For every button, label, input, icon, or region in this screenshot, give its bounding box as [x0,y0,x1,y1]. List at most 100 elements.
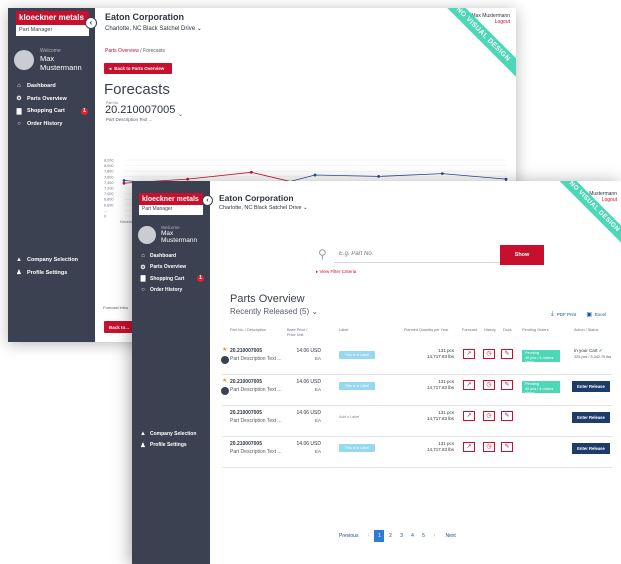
pending-orders-badge[interactable]: Pending 40 pcs / 4 orders since [522,350,560,364]
enter-release-button[interactable]: Enter Release [572,443,610,454]
user-name: Max Mustermann [161,230,198,244]
next-page-button[interactable]: Next [440,530,460,542]
cart-status-label: In your Cart [574,348,598,353]
column-history: History [484,328,496,332]
sidebar-nav-bottom: ▲ Company Selection ♟ Profile Settings [132,428,210,451]
price-unit: EA [314,356,321,361]
documents-icon[interactable]: ✎ [501,442,513,452]
pdf-print-button[interactable]: ⤓ PDF Print [551,311,576,318]
star-icon[interactable]: ★ [222,377,227,384]
page-button-2[interactable]: 2 [385,530,395,542]
sidebar-item-shopping-cart[interactable]: ▇ Shopping Cart 1 [132,273,210,285]
part-number[interactable]: 20.210007005 [230,410,262,416]
documents-icon[interactable]: ✎ [501,349,513,359]
part-label-badge[interactable]: This is a Label [339,382,375,390]
base-price: 14.06 USD [296,348,321,354]
part-description: Part Description Text ... [106,117,153,122]
brand-logo[interactable]: kloeckner metals Part Manager [139,193,203,215]
excel-export-button[interactable]: ▣ Excel [586,311,606,318]
planned-quantity: 131 pcs [438,348,454,353]
chevron-right-icon[interactable]: › [429,530,439,542]
history-icon[interactable]: ◷ [483,411,495,421]
part-label-badge[interactable]: This is a Label [339,444,375,452]
company-location-select[interactable]: Charlotte, NC Black Satchel Drive ⌄ [219,205,308,211]
part-number[interactable]: 20.210007005 [230,379,262,385]
search-input[interactable] [334,246,500,263]
history-icon[interactable]: ◷ [483,442,495,452]
enter-release-button[interactable]: Enter Release [572,381,610,392]
company-location-select[interactable]: Charlotte, NC Black Satchel Drive ⌄ [105,25,202,32]
planned-weight: 14,717.83 lbs [426,447,454,452]
history-icon[interactable]: ◷ [483,349,495,359]
table-row: 20.210007005 Part Description Text ... 1… [222,438,612,468]
documents-icon[interactable]: ✎ [501,411,513,421]
sidebar-item-dashboard[interactable]: ⌂ Dashboard [8,80,95,93]
back-to-parts-overview-button[interactable]: ◂ Back to Parts Overview [104,63,172,74]
base-price: 14.06 USD [296,441,321,447]
sidebar-item-company-selection[interactable]: ▲ Company Selection [8,254,95,267]
parts-overview-window: kloeckner metals Part Manager ‹ Welcome … [132,181,621,564]
page-button-1[interactable]: 1 [374,530,385,542]
history-icon[interactable]: ◷ [483,380,495,390]
data-point [249,170,253,174]
avatar [14,50,34,70]
check-icon: ✔ [598,348,603,353]
sidebar-item-order-history[interactable]: ○ Order History [8,118,95,131]
pending-orders-badge[interactable]: Pending 40 pcs / 4 orders since [522,381,560,395]
sidebar-item-label: Shopping Cart [27,108,65,115]
collapse-sidebar-icon[interactable]: ‹ [85,17,97,29]
column-action-status: Action / Status [574,328,599,332]
excel-label: Excel [594,312,606,317]
price-unit: EA [314,387,321,392]
part-description: Part Description Text ... [230,449,282,455]
forecast-chart-icon[interactable]: ↗ [463,380,475,390]
forecast-chart-icon[interactable]: ↗ [463,411,475,421]
show-button[interactable]: Show [500,245,544,265]
star-icon[interactable]: ★ [222,346,227,353]
chevron-left-icon[interactable]: ‹ [363,530,373,542]
recently-released-select[interactable]: Recently Released (5) ⌄ [230,307,318,316]
data-point [122,181,126,185]
filter-criteria-link[interactable]: ▸ View Filter Criteria [316,269,356,275]
y-tick-label: 7,800 [104,170,114,174]
sidebar-item-label: Parts Overview [27,95,67,102]
part-label-badge[interactable]: This is a Label [339,351,375,359]
forecast-chart-icon[interactable]: ↗ [463,349,475,359]
page-button-5[interactable]: 5 [418,530,428,542]
breadcrumb-parts-overview[interactable]: Parts Overview [105,48,139,54]
price-unit: EA [314,418,321,423]
chevron-down-icon[interactable]: ⌄ [178,111,183,118]
planned-weight: 14,717.83 lbs [426,385,454,390]
company-name: Eaton Corporation [219,193,294,203]
sidebar-item-label: Profile Settings [27,269,68,276]
sidebar-item-dashboard[interactable]: ⌂ Dashboard [132,250,210,262]
sidebar-item-parts-overview[interactable]: ⚙ Parts Overview [8,93,95,106]
brand-logo[interactable]: kloeckner metals Part Manager [16,11,89,36]
part-number[interactable]: 20.210007005 [230,441,262,447]
enter-release-button[interactable]: Enter Release [572,412,610,423]
part-description: Part Description Text ... [230,387,282,393]
previous-page-button[interactable]: Previous [334,530,363,542]
table-row: ★ 20.210007005 Part Description Text ...… [221,376,612,406]
page-button-4[interactable]: 4 [407,530,417,542]
sidebar: kloeckner metals Part Manager ‹ Welcome … [8,8,97,342]
sidebar-item-label: Company Selection [150,430,197,437]
user-avatar-icon [221,356,229,364]
home-icon: ⌂ [17,83,21,90]
sidebar-item-parts-overview[interactable]: ⚙ Parts Overview [132,262,210,274]
sidebar-item-profile-settings[interactable]: ♟ Profile Settings [8,267,95,280]
part-number[interactable]: 20.210007005 [230,348,262,354]
sidebar-item-company-selection[interactable]: ▲ Company Selection [132,428,210,440]
y-tick-label: 6,800 [104,198,114,202]
user-avatar-icon [221,387,229,395]
documents-icon[interactable]: ✎ [501,380,513,390]
sidebar-item-order-history[interactable]: ○ Order History [132,285,210,297]
page-button-3[interactable]: 3 [396,530,406,542]
add-label-link[interactable]: Add a Label [339,413,375,421]
forecast-chart-icon[interactable]: ↗ [463,442,475,452]
sidebar-item-shopping-cart[interactable]: ▇ Shopping Cart 1 [8,105,95,118]
collapse-sidebar-icon[interactable]: ‹ [202,195,213,206]
cart-status-detail: 325 pcs / 5,342.75 lbs [574,355,612,359]
data-point [377,174,381,178]
sidebar-item-profile-settings[interactable]: ♟ Profile Settings [132,440,210,452]
